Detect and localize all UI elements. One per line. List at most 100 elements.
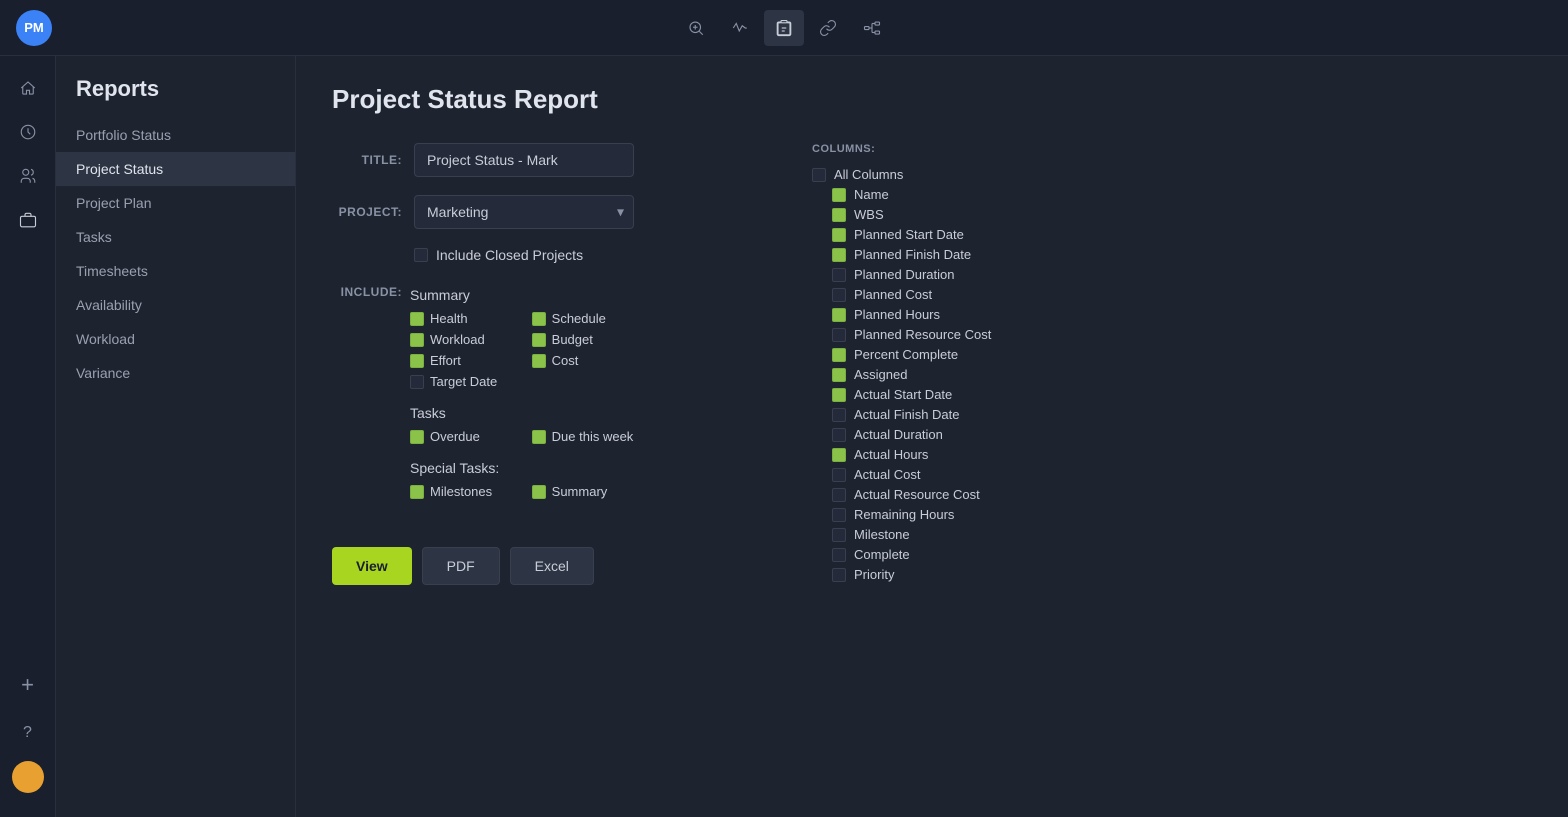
sidebar-item-tasks[interactable]: Tasks [56,220,295,254]
col-actual-hours: Actual Hours [832,447,1524,462]
actual-resource-cost-checkbox[interactable] [832,488,846,502]
schedule-checkbox[interactable] [532,312,546,326]
col-planned-hours: Planned Hours [832,307,1524,322]
clipboard-icon[interactable] [764,10,804,46]
diagram-icon[interactable] [852,10,892,46]
actual-duration-checkbox[interactable] [832,428,846,442]
activity-icon[interactable] [720,10,760,46]
special-tasks-header: Special Tasks: [410,460,633,476]
excel-button[interactable]: Excel [510,547,594,585]
priority-checkbox[interactable] [832,568,846,582]
logo-button[interactable]: PM [16,10,52,46]
name-checkbox[interactable] [832,188,846,202]
remaining-hours-checkbox[interactable] [832,508,846,522]
complete-checkbox[interactable] [832,548,846,562]
all-columns-checkbox[interactable] [812,168,826,182]
col-planned-finish-date: Planned Finish Date [832,247,1524,262]
planned-duration-checkbox[interactable] [832,268,846,282]
actual-start-date-checkbox[interactable] [832,388,846,402]
planned-finish-date-checkbox[interactable] [832,248,846,262]
col-complete: Complete [832,547,1524,562]
sidebar-item-portfolio-status[interactable]: Portfolio Status [56,118,295,152]
workload-checkbox[interactable] [410,333,424,347]
include-overdue: Overdue [410,429,512,444]
planned-hours-label: Planned Hours [854,307,940,322]
pdf-button[interactable]: PDF [422,547,500,585]
title-input[interactable] [414,143,634,177]
col-planned-start-date: Planned Start Date [832,227,1524,242]
top-toolbar: PM [0,0,1568,56]
schedule-label: Schedule [552,311,606,326]
complete-label: Complete [854,547,910,562]
sidebar-item-timesheets[interactable]: Timesheets [56,254,295,288]
all-columns-label: All Columns [834,167,903,182]
actual-start-date-label: Actual Start Date [854,387,952,402]
include-closed-checkbox[interactable] [414,248,428,262]
actual-finish-date-checkbox[interactable] [832,408,846,422]
planned-cost-checkbox[interactable] [832,288,846,302]
planned-cost-label: Planned Cost [854,287,932,302]
overdue-checkbox[interactable] [410,430,424,444]
workload-label: Workload [430,332,485,347]
wbs-checkbox[interactable] [832,208,846,222]
project-select[interactable]: Marketing Development Sales HR [414,195,634,229]
avatar[interactable] [12,761,44,793]
help-icon[interactable]: ? [8,713,48,753]
target-date-label: Target Date [430,374,497,389]
col-planned-cost: Planned Cost [832,287,1524,302]
actual-resource-cost-label: Actual Resource Cost [854,487,980,502]
include-health: Health [410,311,512,326]
page-title: Project Status Report [332,84,1532,115]
sidebar-item-workload[interactable]: Workload [56,322,295,356]
budget-checkbox[interactable] [532,333,546,347]
milestone-label: Milestone [854,527,910,542]
sidebar-item-availability[interactable]: Availability [56,288,295,322]
assigned-checkbox[interactable] [832,368,846,382]
planned-resource-cost-checkbox[interactable] [832,328,846,342]
include-closed-label: Include Closed Projects [436,247,583,263]
planned-hours-checkbox[interactable] [832,308,846,322]
link-icon[interactable] [808,10,848,46]
target-date-checkbox[interactable] [410,375,424,389]
home-icon[interactable] [8,68,48,108]
project-row: PROJECT: Marketing Development Sales HR [332,195,752,229]
overdue-label: Overdue [430,429,480,444]
actual-hours-checkbox[interactable] [832,448,846,462]
health-label: Health [430,311,468,326]
form-left: TITLE: PROJECT: Marketing Development Sa… [332,143,752,585]
milestone-checkbox[interactable] [832,528,846,542]
clock-icon[interactable] [8,112,48,152]
include-workload: Workload [410,332,512,347]
sidebar-item-project-plan[interactable]: Project Plan [56,186,295,220]
sidebar-icons: + ? [0,56,56,817]
sidebar-item-variance[interactable]: Variance [56,356,295,390]
planned-finish-date-label: Planned Finish Date [854,247,971,262]
due-this-week-checkbox[interactable] [532,430,546,444]
actual-cost-checkbox[interactable] [832,468,846,482]
columns-list: All Columns Name WBS Planned Start Date [812,167,1532,582]
effort-label: Effort [430,353,461,368]
col-actual-start-date: Actual Start Date [832,387,1524,402]
tasks-grid: Overdue Due this week [410,429,633,444]
sidebar-item-project-status[interactable]: Project Status [56,152,295,186]
people-icon[interactable] [8,156,48,196]
include-content: Summary Health Schedule [410,283,633,515]
actual-cost-label: Actual Cost [854,467,920,482]
actual-hours-label: Actual Hours [854,447,928,462]
health-checkbox[interactable] [410,312,424,326]
search-zoom-icon[interactable] [676,10,716,46]
planned-start-date-checkbox[interactable] [832,228,846,242]
view-button[interactable]: View [332,547,412,585]
wbs-label: WBS [854,207,884,222]
include-summary-tasks: Summary [532,484,634,499]
add-icon[interactable]: + [8,665,48,705]
summary-tasks-checkbox[interactable] [532,485,546,499]
briefcase-icon[interactable] [8,200,48,240]
include-closed-row: Include Closed Projects [414,247,752,263]
milestones-checkbox[interactable] [410,485,424,499]
button-row: View PDF Excel [332,547,752,585]
percent-complete-checkbox[interactable] [832,348,846,362]
cost-checkbox[interactable] [532,354,546,368]
include-target-date: Target Date [410,374,512,389]
effort-checkbox[interactable] [410,354,424,368]
